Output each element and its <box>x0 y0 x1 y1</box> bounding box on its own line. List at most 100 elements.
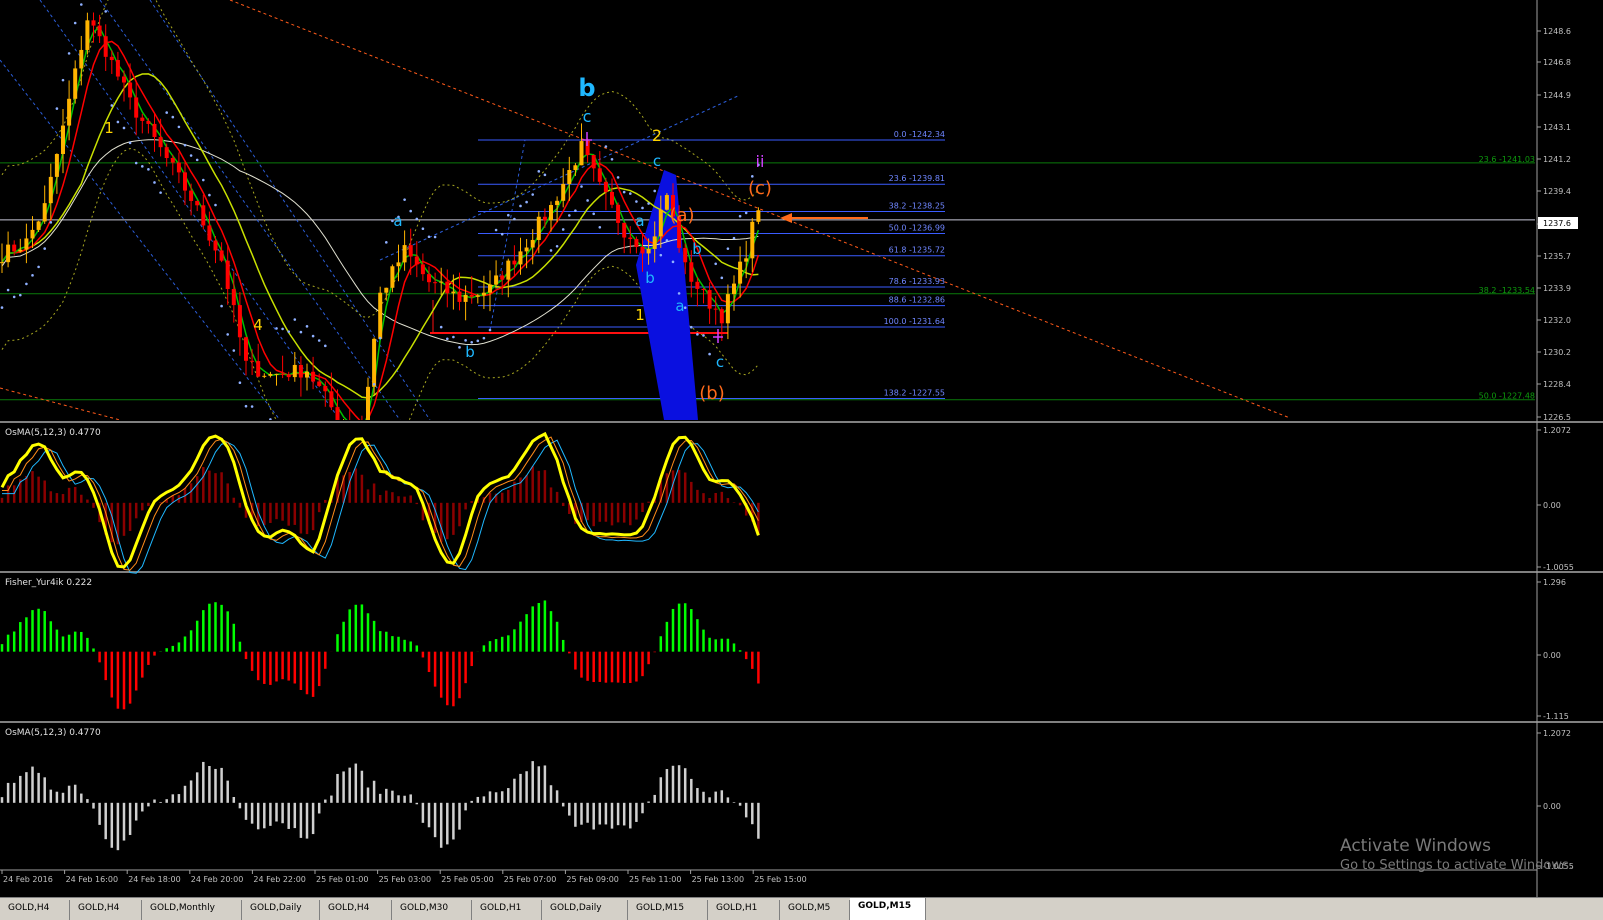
sar-dot <box>165 111 168 114</box>
chart-tab[interactable]: GOLD,Monthly <box>142 900 242 920</box>
candle-body <box>335 407 340 420</box>
chart-tab[interactable]: GOLD,M15 <box>628 900 708 920</box>
candle-body <box>701 288 706 291</box>
wave-label: a <box>675 297 684 315</box>
chart-tab[interactable]: GOLD,H1 <box>472 900 542 920</box>
sar-dot <box>464 339 467 342</box>
chart-tab[interactable]: GOLD,M30 <box>392 900 472 920</box>
candle-body <box>0 262 4 264</box>
wave-label: c <box>653 152 661 170</box>
time-axis-label: 25 Feb 15:00 <box>754 875 806 884</box>
sar-dot <box>12 295 16 299</box>
price-axis-label: 1233.9 <box>1543 284 1571 293</box>
fib-level-label: 23.6 -1239.81 <box>889 174 945 183</box>
candle-body <box>158 137 163 148</box>
chart-tab[interactable]: GOLD,Daily <box>542 900 628 920</box>
watermark-line-1: Activate Windows <box>1340 836 1491 856</box>
candle-body <box>323 385 328 392</box>
sar-dot <box>49 221 53 224</box>
candle-body <box>414 256 419 265</box>
sar-dot <box>122 126 126 130</box>
candle-body <box>488 284 492 293</box>
candle-body <box>695 281 700 289</box>
candle-body <box>280 373 285 375</box>
chart-tab[interactable]: GOLD,H4 <box>0 900 70 920</box>
indicator-axis-label: -1.0055 <box>1543 563 1574 572</box>
sar-dot <box>250 405 254 408</box>
sar-dot <box>439 325 443 329</box>
signal-line-blue <box>2 439 759 574</box>
wave-label: 4 <box>253 316 263 334</box>
sar-dot <box>378 336 382 340</box>
time-axis-label: 25 Feb 03:00 <box>379 875 431 884</box>
trend-channel-line <box>489 139 526 331</box>
candle-body <box>122 76 126 83</box>
candle-body <box>744 258 749 262</box>
candle-body <box>518 251 523 265</box>
sar-dot <box>311 334 315 338</box>
sar-dot <box>293 318 297 321</box>
sar-dot <box>195 158 199 162</box>
candle-body <box>433 282 438 284</box>
downtrend-line <box>0 387 121 420</box>
candle-body <box>500 275 505 280</box>
wave-label: 2 <box>652 126 662 145</box>
price-axis-label: 1226.5 <box>1543 413 1571 422</box>
chart-tab[interactable]: GOLD,H4 <box>320 900 392 920</box>
trend-channel-line <box>379 94 741 261</box>
green-fib-label: 50.0 -1227.48 <box>1479 392 1535 401</box>
chart-tab[interactable]: GOLD,M15 <box>850 898 926 920</box>
candle-body <box>286 374 291 378</box>
candle-body <box>463 294 468 302</box>
indicator-axis-label: 1.2072 <box>1543 729 1571 738</box>
candle-body <box>396 262 401 267</box>
candle-body <box>610 191 614 205</box>
chart-tab[interactable]: GOLD,H4 <box>70 900 142 920</box>
sar-dot <box>244 404 248 408</box>
sar-dot <box>80 3 83 6</box>
sar-dot <box>561 228 565 231</box>
wave-label: 1 <box>635 306 645 324</box>
candle-body <box>61 125 65 155</box>
sar-dot <box>55 107 59 110</box>
sar-dot <box>202 178 205 182</box>
candle-body <box>427 274 431 283</box>
candle-body <box>115 60 120 77</box>
time-axis-label: 24 Feb 2016 <box>3 875 53 884</box>
candle-body <box>439 281 444 283</box>
trading-chart[interactable]: 23.6 -1241.03 38.2 -1233.54 50.0 -1227.48 0… <box>0 0 1603 919</box>
chart-tab[interactable]: GOLD,Daily <box>242 900 320 920</box>
sar-dot <box>604 145 608 148</box>
chart-tab[interactable]: GOLD,M5 <box>780 900 850 920</box>
candle-body <box>103 36 108 57</box>
watermark-line-2: Go to Settings to activate Windows. <box>1340 858 1573 873</box>
sar-dot <box>141 165 144 168</box>
candle-body <box>24 238 29 250</box>
panel-separator <box>0 421 1603 423</box>
sar-dot <box>635 200 638 203</box>
sar-dot <box>177 125 181 129</box>
osma-grey-panel <box>0 761 760 851</box>
fisher-panel <box>0 600 760 710</box>
candle-body <box>481 292 486 296</box>
sar-dot <box>287 330 291 333</box>
activate-windows-watermark: Activate Windows Go to Settings to activ… <box>1340 836 1573 873</box>
candle-body <box>268 373 273 376</box>
candle-body <box>628 237 633 240</box>
candle-body <box>244 337 248 361</box>
signal-line-orange <box>2 436 759 571</box>
time-axis-label: 24 Feb 22:00 <box>253 875 305 884</box>
sar-dot <box>226 333 229 336</box>
candle-body <box>451 291 456 294</box>
fib-level-label: 38.2 -1238.25 <box>889 201 945 210</box>
candle-body <box>457 291 462 302</box>
candle-body <box>189 190 194 201</box>
indicator-axis-label: 1.296 <box>1543 578 1566 587</box>
sar-dot <box>671 260 675 264</box>
price-axis-label: 1244.9 <box>1543 91 1571 100</box>
sar-dot <box>622 190 626 194</box>
candle-body <box>732 283 736 295</box>
sar-dot <box>513 217 516 221</box>
green-fib-label: 38.2 -1233.54 <box>1479 286 1535 295</box>
chart-tab[interactable]: GOLD,H1 <box>708 900 780 920</box>
